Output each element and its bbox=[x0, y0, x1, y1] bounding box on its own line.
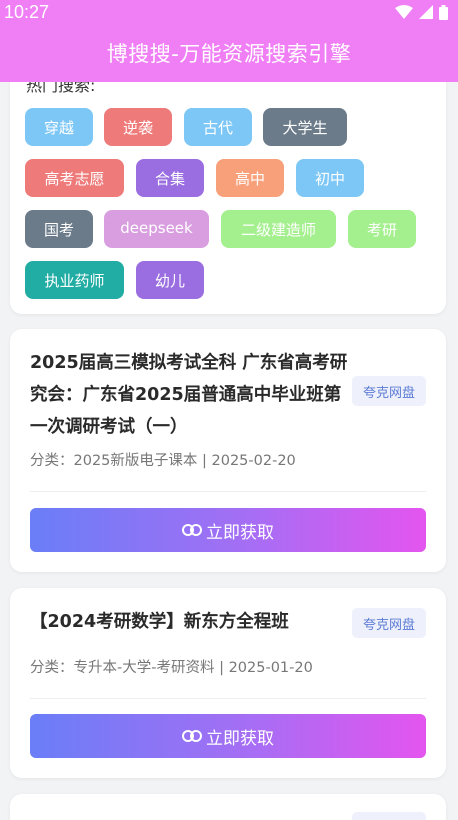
result-card: 【2024考研数学】新东方全程班 夸克网盘 分类：专升本-大学-考研资料 | 2… bbox=[10, 588, 446, 778]
card-divider bbox=[30, 491, 426, 492]
battery-icon bbox=[439, 4, 448, 20]
hot-tag-label: 初中 bbox=[314, 169, 345, 188]
hot-tag[interactable]: 逆袭 bbox=[104, 108, 172, 146]
result-title[interactable]: 【2024考研数学】新东方全程班 bbox=[30, 606, 350, 638]
app-title-bar: 博搜搜-万能资源搜索引擎 bbox=[0, 24, 458, 82]
hot-search-card: 热门搜索: 穿越 逆袭 古代 大学生 高考志愿 合集 高中 初中 国考 deep… bbox=[10, 82, 446, 314]
source-badge: 夸克网盘 bbox=[352, 376, 426, 406]
hot-tag-label: 执业药师 bbox=[44, 271, 105, 290]
link-icon bbox=[182, 524, 202, 536]
wifi-icon bbox=[395, 5, 413, 19]
cellular-signal-icon bbox=[419, 5, 433, 19]
result-title[interactable]: 2025届高三模拟考试全科 广东省高考研究会：广东省2025届普通高中毕业班第一… bbox=[30, 347, 350, 443]
hot-tag-label: 逆袭 bbox=[122, 118, 153, 137]
hot-tag-label: 幼儿 bbox=[154, 271, 185, 290]
get-now-label: 立即获取 bbox=[206, 728, 274, 749]
hot-tag[interactable]: 高中 bbox=[216, 159, 284, 197]
result-card: 2025届高三模拟考试全科 广东省高考研究会：广东省2025届普通高中毕业班第一… bbox=[10, 329, 446, 572]
status-bar: 10:27 bbox=[0, 0, 458, 24]
result-meta: 分类：2025新版电子课本 | 2025-02-20 bbox=[30, 453, 296, 469]
hot-tag[interactable]: 合集 bbox=[136, 159, 204, 197]
card-divider bbox=[30, 698, 426, 699]
result-meta: 分类：专升本-大学-考研资料 | 2025-01-20 bbox=[30, 660, 313, 676]
hot-tag-label: 古代 bbox=[202, 118, 233, 137]
hot-tag[interactable]: 高考志愿 bbox=[25, 159, 124, 197]
hot-tag-label: 国考 bbox=[43, 220, 74, 239]
hot-tag-label: 二级建造师 bbox=[240, 220, 316, 239]
hot-tag-label: 穿越 bbox=[43, 118, 74, 137]
status-time: 10:27 bbox=[4, 1, 50, 22]
hot-tag[interactable]: deepseek bbox=[104, 210, 209, 248]
hot-tag-label: 高中 bbox=[234, 169, 265, 188]
hot-tag[interactable]: 考研 bbox=[348, 210, 416, 248]
hot-tag[interactable]: 古代 bbox=[184, 108, 252, 146]
get-now-button[interactable]: 立即获取 bbox=[30, 714, 426, 758]
app-title: 博搜搜-万能资源搜索引擎 bbox=[106, 42, 352, 66]
source-badge-partial bbox=[352, 812, 426, 820]
hot-tag-label: 合集 bbox=[154, 169, 185, 188]
link-icon bbox=[182, 730, 202, 742]
get-now-button[interactable]: 立即获取 bbox=[30, 508, 426, 552]
hot-tag[interactable]: 穿越 bbox=[25, 108, 93, 146]
hot-tag[interactable]: 幼儿 bbox=[136, 261, 204, 299]
hot-tag-label: 大学生 bbox=[282, 118, 328, 137]
hot-tag[interactable]: 国考 bbox=[25, 210, 93, 248]
main-scroll-content[interactable]: 热门搜索: 穿越 逆袭 古代 大学生 高考志愿 合集 高中 初中 国考 deep… bbox=[0, 82, 458, 820]
hot-tag[interactable]: 初中 bbox=[296, 159, 364, 197]
result-card-partial bbox=[10, 794, 446, 820]
get-now-label: 立即获取 bbox=[206, 522, 274, 543]
hot-tag[interactable]: 执业药师 bbox=[25, 261, 124, 299]
hot-tag[interactable]: 大学生 bbox=[263, 108, 347, 146]
hot-tag-label: 考研 bbox=[366, 220, 397, 239]
hot-search-title: 热门搜索: bbox=[26, 82, 96, 95]
source-badge: 夸克网盘 bbox=[352, 608, 426, 638]
status-icons bbox=[395, 4, 448, 20]
hot-tag-label: 高考志愿 bbox=[44, 169, 105, 188]
hot-tag[interactable]: 二级建造师 bbox=[221, 210, 336, 248]
hot-tag-label: deepseek bbox=[120, 219, 193, 237]
